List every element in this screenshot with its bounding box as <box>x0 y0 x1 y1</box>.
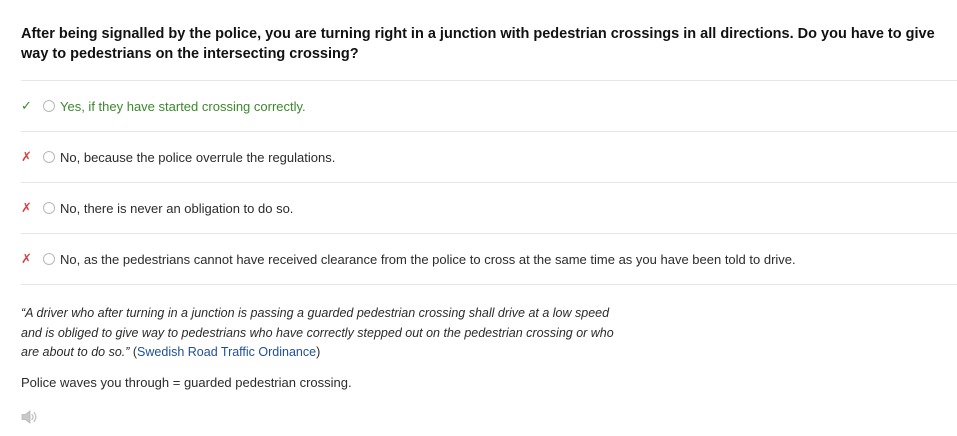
wrong-cross-icon: ✗ <box>21 251 32 266</box>
source-paren-close: ) <box>316 345 321 359</box>
correct-check-icon: ✓ <box>21 98 32 113</box>
answer-option-1[interactable]: ✓ Yes, if they have started crossing cor… <box>21 80 957 131</box>
explanation-note: Police waves you through = guarded pedes… <box>21 375 352 390</box>
answer-label: Yes, if they have started crossing corre… <box>60 98 306 114</box>
speaker-icon-graphic <box>21 410 37 424</box>
answer-label: No, there is never an obligation to do s… <box>60 200 294 216</box>
answer-label: No, as the pedestrians cannot have recei… <box>60 251 796 267</box>
speaker-icon[interactable] <box>21 409 39 425</box>
wrong-cross-icon: ✗ <box>21 200 32 215</box>
question-text: After being signalled by the police, you… <box>21 26 935 62</box>
source-link[interactable]: Swedish Road Traffic Ordinance <box>137 345 316 359</box>
answer-label: No, because the police overrule the regu… <box>60 149 336 165</box>
answer-list: ✓ Yes, if they have started crossing cor… <box>21 80 957 285</box>
answer-option-4[interactable]: ✗ No, as the pedestrians cannot have rec… <box>21 233 957 285</box>
wrong-cross-icon: ✗ <box>21 149 32 164</box>
radio-button[interactable] <box>43 202 55 214</box>
radio-button[interactable] <box>43 151 55 163</box>
radio-button[interactable] <box>43 100 55 112</box>
answer-option-3[interactable]: ✗ No, there is never an obligation to do… <box>21 182 957 233</box>
radio-button[interactable] <box>43 253 55 265</box>
explanation: “A driver who after turning in a junctio… <box>21 304 631 363</box>
source-paren-open: ( <box>129 345 138 359</box>
answer-option-2[interactable]: ✗ No, because the police overrule the re… <box>21 131 957 182</box>
